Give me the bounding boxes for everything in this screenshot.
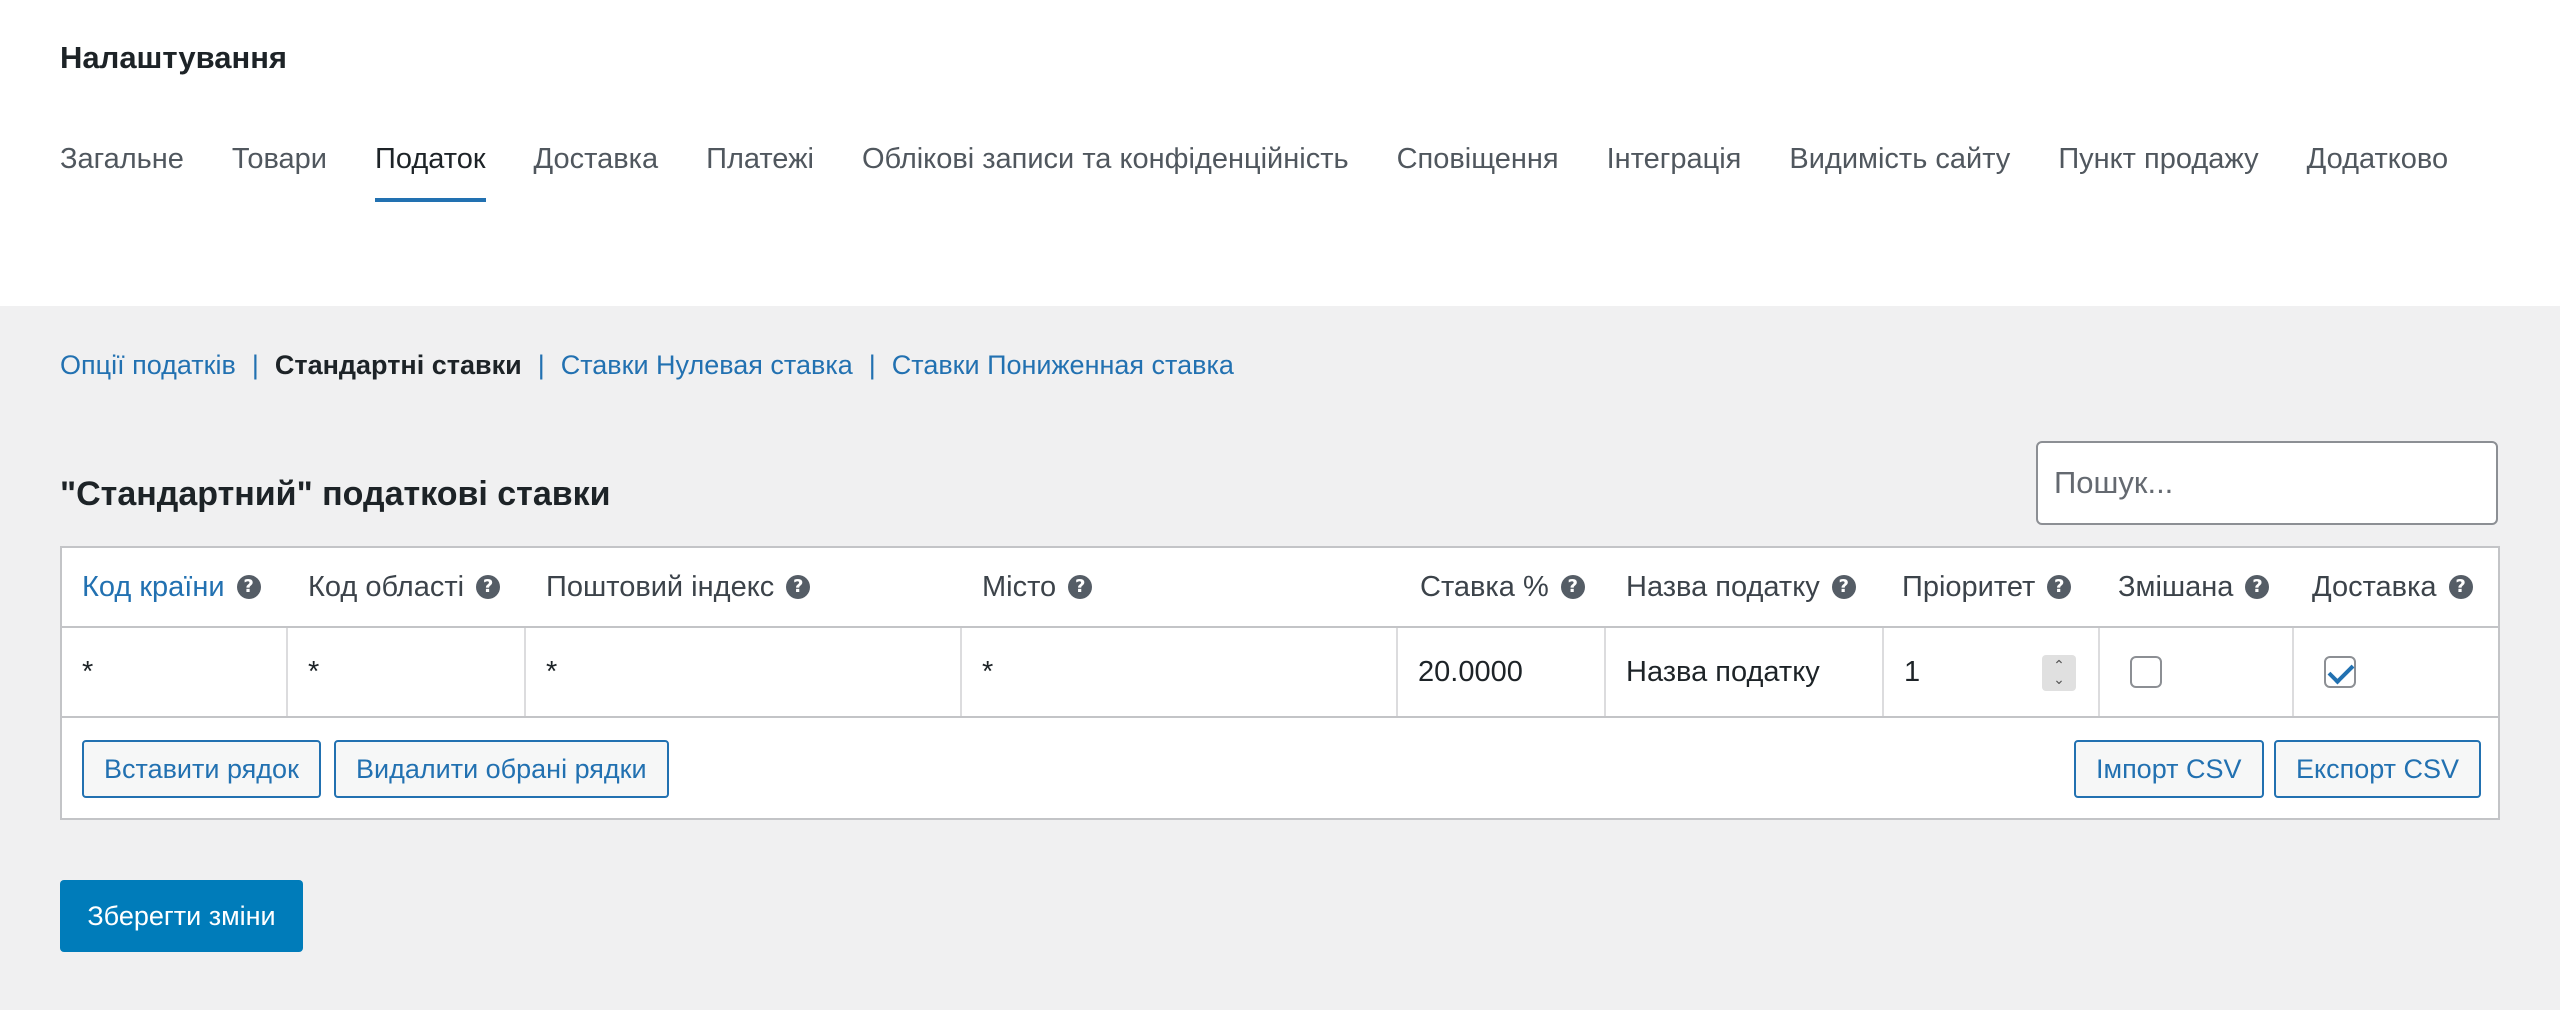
subnav-separator: |: [251, 350, 259, 380]
city-input[interactable]: [982, 655, 1396, 689]
chevron-down-icon[interactable]: ⌄: [2053, 673, 2065, 687]
tab-advanced[interactable]: Додатково: [2307, 124, 2449, 234]
tax-name-input[interactable]: [1626, 655, 1882, 689]
tab-shipping[interactable]: Доставка: [534, 124, 659, 234]
cell-rate[interactable]: [1398, 628, 1606, 716]
header-compound: Змішана ?: [2118, 548, 2270, 626]
header-label: Код області: [308, 570, 465, 603]
cell-shipping: [2294, 628, 2498, 716]
cell-tax-name[interactable]: [1606, 628, 1884, 716]
tab-site-visibility[interactable]: Видимість сайту: [1789, 124, 2010, 234]
rate-input[interactable]: [1418, 655, 1604, 689]
subnav-separator: |: [537, 350, 545, 380]
header-label: Змішана: [2118, 570, 2234, 603]
header-label: Місто: [982, 570, 1057, 603]
help-icon[interactable]: ?: [2047, 575, 2072, 599]
state-code-input[interactable]: [308, 655, 524, 689]
header-priority: Пріоритет ?: [1902, 548, 2072, 626]
page-title: Налаштування: [60, 40, 288, 75]
priority-stepper[interactable]: ⌃ ⌄: [2042, 655, 2076, 691]
header-state-code: Код області ?: [308, 548, 501, 626]
table-header: Код країни ? Код області ? Поштовий інде…: [62, 548, 2498, 628]
save-changes-button[interactable]: Зберегти зміни: [60, 880, 303, 952]
tab-emails[interactable]: Сповіщення: [1397, 124, 1559, 234]
tab-integration[interactable]: Інтеграція: [1607, 124, 1742, 234]
subnav-standard-rates: Стандартні ставки: [274, 350, 522, 380]
subnav-reduced-rates[interactable]: Ставки Пониженная ставка: [892, 350, 1234, 381]
tax-subnav: Опції податків | Стандартні ставки | Ста…: [60, 350, 1234, 381]
help-icon[interactable]: ?: [2448, 575, 2473, 599]
remove-rows-button[interactable]: Видалити обрані рядки: [334, 740, 669, 798]
header-postcode: Поштовий індекс ?: [546, 548, 811, 626]
help-icon[interactable]: ?: [1560, 575, 1585, 599]
subnav-zero-rates[interactable]: Ставки Нулевая ставка: [561, 350, 853, 381]
header-rate: Ставка % ?: [1420, 548, 1585, 626]
cell-postcode[interactable]: [526, 628, 962, 716]
header-country-code[interactable]: Код країни ?: [82, 548, 261, 626]
subnav-tax-options[interactable]: Опції податків: [60, 350, 236, 381]
help-icon[interactable]: ?: [1831, 575, 1856, 599]
tab-point-of-sale[interactable]: Пункт продажу: [2058, 124, 2258, 234]
postcode-input[interactable]: [546, 655, 960, 689]
chevron-up-icon[interactable]: ⌃: [2053, 659, 2065, 673]
help-icon[interactable]: ?: [2245, 575, 2270, 599]
header-city: Місто ?: [982, 548, 1093, 626]
help-icon[interactable]: ?: [1068, 575, 1093, 599]
tab-accounts-privacy[interactable]: Облікові записи та конфіденційність: [862, 124, 1349, 234]
help-icon[interactable]: ?: [236, 575, 261, 599]
settings-header: Налаштування Загальне Товари Податок Дос…: [0, 0, 2560, 306]
header-label: Доставка: [2312, 570, 2437, 603]
cell-compound: [2100, 628, 2294, 716]
header-shipping: Доставка ?: [2312, 548, 2473, 626]
subnav-separator: |: [868, 350, 876, 380]
header-label: Назва податку: [1626, 570, 1820, 603]
country-code-input[interactable]: [82, 655, 286, 689]
shipping-checkbox[interactable]: [2324, 656, 2356, 688]
cell-priority[interactable]: ⌃ ⌄: [1884, 628, 2100, 716]
export-csv-button[interactable]: Експорт CSV: [2274, 740, 2482, 798]
help-icon[interactable]: ?: [476, 575, 501, 599]
tax-rates-table: Код країни ? Код області ? Поштовий інде…: [60, 546, 2500, 820]
cell-city[interactable]: [962, 628, 1398, 716]
search-input[interactable]: [2036, 441, 2498, 525]
tab-tax[interactable]: Податок: [375, 124, 486, 234]
tab-payments[interactable]: Платежі: [706, 124, 814, 234]
cell-state-code[interactable]: [288, 628, 526, 716]
import-csv-button[interactable]: Імпорт CSV: [2074, 740, 2264, 798]
help-icon[interactable]: ?: [786, 575, 811, 599]
insert-row-button[interactable]: Вставити рядок: [82, 740, 321, 798]
table-row: ⌃ ⌄: [62, 628, 2498, 718]
tab-products[interactable]: Товари: [232, 124, 327, 234]
header-label: Пріоритет: [1902, 570, 2036, 603]
header-label: Код країни: [82, 570, 225, 603]
header-tax-name: Назва податку ?: [1626, 548, 1856, 626]
header-label: Поштовий індекс: [546, 570, 775, 603]
tab-general[interactable]: Загальне: [60, 124, 184, 234]
section-title: "Стандартний" податкові ставки: [60, 475, 611, 513]
compound-checkbox[interactable]: [2130, 656, 2162, 688]
cell-country-code[interactable]: [62, 628, 288, 716]
header-label: Ставка %: [1420, 570, 1549, 603]
settings-tabs: Загальне Товари Податок Доставка Платежі…: [60, 124, 2520, 234]
